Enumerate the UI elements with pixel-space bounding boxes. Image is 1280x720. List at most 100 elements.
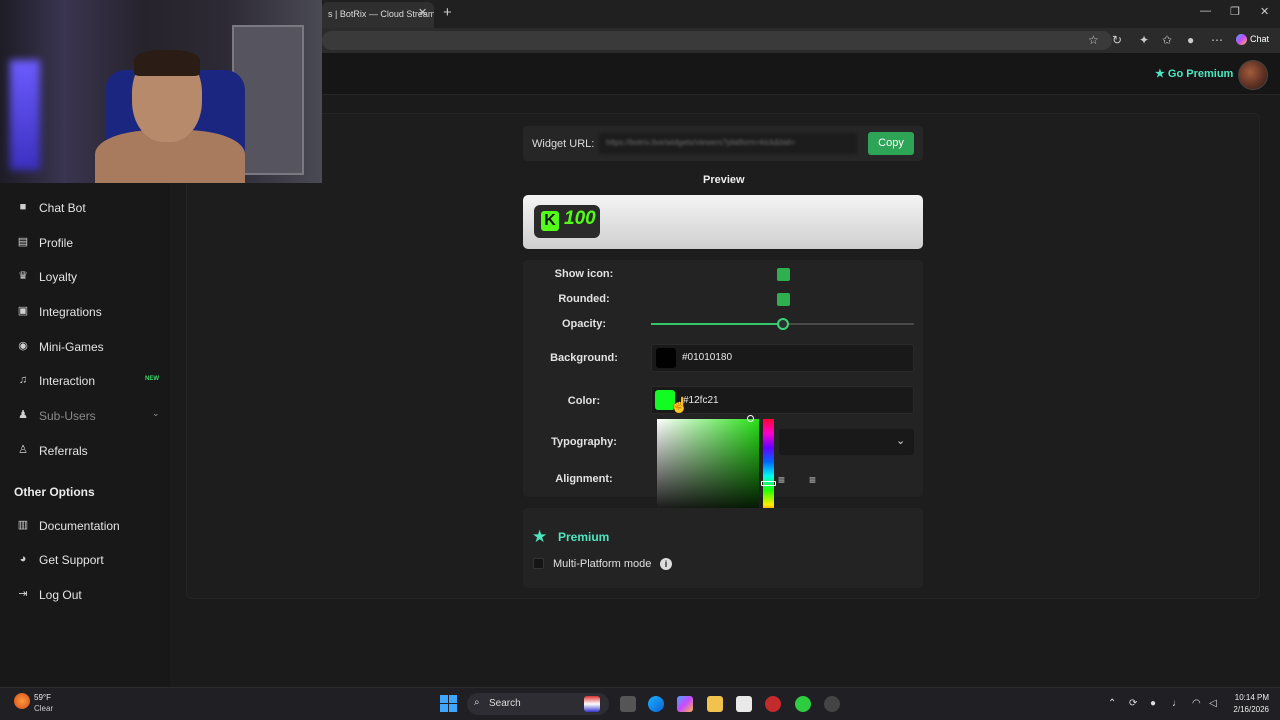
sidebar-item-log-out[interactable]: ⇥ Log Out xyxy=(0,577,170,611)
sidebar-item-label: Documentation xyxy=(39,519,120,533)
sidebar-item-profile[interactable]: ▤ Profile xyxy=(0,225,170,259)
favorite-star-icon[interactable]: ☆ xyxy=(1088,33,1099,47)
weather-icon[interactable] xyxy=(14,693,30,709)
color-saturation-area[interactable] xyxy=(657,419,759,519)
address-bar[interactable] xyxy=(322,31,1112,50)
task-view-icon[interactable] xyxy=(620,696,636,712)
robot-icon: ■ xyxy=(19,201,27,213)
sidebar-item-label: Sub-Users xyxy=(39,409,96,423)
premium-panel xyxy=(523,508,923,588)
sidebar-item-loyalty[interactable]: ♛ Loyalty xyxy=(0,259,170,293)
opacity-slider-fill xyxy=(651,323,783,325)
support-icon: ◕ xyxy=(19,553,27,565)
sidebar-item-integrations[interactable]: ▣ Integrations xyxy=(0,294,170,328)
file-explorer-icon[interactable] xyxy=(707,696,723,712)
sidebar-item-label: Referrals xyxy=(39,444,88,458)
sidebar-item-label: Profile xyxy=(39,236,74,250)
logout-icon: ⇥ xyxy=(18,588,28,600)
chevron-down-icon: ⌄ xyxy=(896,435,906,447)
typography-select[interactable] xyxy=(779,429,914,455)
sidebar: ■ Chat Bot ▤ Profile ♛ Loyalty ▣ Integration… xyxy=(0,183,170,687)
copilot-icon xyxy=(1236,34,1247,46)
webcam-overlay xyxy=(0,0,322,183)
new-tab-button[interactable]: + xyxy=(443,4,452,21)
microphone-icon[interactable]: ♩ xyxy=(1172,698,1182,709)
copilot-chat-button[interactable]: Chat xyxy=(1232,31,1276,50)
clock-time[interactable]: 10:14 PM xyxy=(1227,693,1269,702)
users-icon: ♟ xyxy=(18,409,28,421)
maximize-icon[interactable]: ❐ xyxy=(1230,5,1240,18)
rounded-checkbox[interactable] xyxy=(777,293,790,306)
opacity-label: Opacity: xyxy=(561,318,606,330)
volume-icon[interactable]: ◁ xyxy=(1209,698,1217,709)
sidebar-item-label: Get Support xyxy=(39,553,104,567)
wifi-icon[interactable]: ◠ xyxy=(1192,698,1201,709)
sidebar-item-interaction[interactable]: ♫ Interaction NEW xyxy=(0,363,170,397)
sidebar-item-label: Loyalty xyxy=(39,270,78,284)
tab-close-icon[interactable]: ✕ xyxy=(418,6,427,19)
taskbar xyxy=(0,687,1280,720)
multi-platform-label: Multi-Platform mode xyxy=(553,558,652,570)
copilot-icon[interactable] xyxy=(677,696,693,712)
sync-icon[interactable]: ⟳ xyxy=(1129,698,1137,709)
copy-button[interactable]: Copy xyxy=(868,132,914,155)
background-hex[interactable]: #01010180 xyxy=(682,352,732,363)
sidebar-item-sub-users[interactable]: ♟ Sub-Users ⌄ xyxy=(0,398,170,432)
flag-icon[interactable] xyxy=(584,696,600,712)
star-icon: ★ xyxy=(1155,68,1168,80)
favorites-icon[interactable]: ✩ xyxy=(1162,33,1172,47)
edge-icon[interactable] xyxy=(648,696,664,712)
sidebar-item-referrals[interactable]: ♙ Referrals xyxy=(0,433,170,467)
align-right-icon[interactable]: ≡ xyxy=(809,473,816,487)
recorder-icon[interactable] xyxy=(765,696,781,712)
chevron-up-icon[interactable]: ⌃ xyxy=(1108,698,1116,709)
weather-description: Clear xyxy=(34,704,54,713)
settings-icon[interactable] xyxy=(824,696,840,712)
weather-temperature: 59°F xyxy=(34,693,51,702)
hue-slider[interactable] xyxy=(763,419,774,519)
new-badge: NEW xyxy=(145,376,159,382)
sidebar-item-mini-games[interactable]: ◉ Mini-Games xyxy=(0,329,170,363)
color-label: Color: xyxy=(567,395,601,407)
align-center-icon[interactable]: ≡ xyxy=(778,473,785,487)
close-window-icon[interactable]: ✕ xyxy=(1260,5,1269,18)
opacity-slider-thumb[interactable] xyxy=(776,318,789,330)
show-icon-checkbox[interactable] xyxy=(777,268,790,281)
alignment-label: Alignment: xyxy=(555,473,613,485)
hue-slider-handle[interactable] xyxy=(761,481,776,486)
clock-date[interactable]: 2/16/2026 xyxy=(1227,705,1269,714)
show-icon-label: Show icon: xyxy=(554,268,614,280)
refresh-icon[interactable]: ↻ xyxy=(1112,33,1122,47)
profile-icon[interactable]: ● xyxy=(1187,33,1194,47)
more-menu-icon[interactable]: ⋯ xyxy=(1211,33,1223,47)
document-icon: ▥ xyxy=(17,519,29,531)
sidebar-item-get-support[interactable]: ◕ Get Support xyxy=(0,542,170,576)
sidebar-item-documentation[interactable]: ▥ Documentation xyxy=(0,508,170,542)
sidebar-item-label: Chat Bot xyxy=(39,201,86,215)
go-premium-label: Go Premium xyxy=(1167,68,1234,80)
background-swatch[interactable] xyxy=(656,348,676,368)
minimize-icon[interactable]: — xyxy=(1200,5,1211,17)
trophy-icon: ♛ xyxy=(18,270,28,282)
windows-start-icon[interactable] xyxy=(440,695,457,712)
sidebar-item-label: Integrations xyxy=(39,305,102,319)
background-label: Background: xyxy=(550,352,618,364)
id-card-icon: ▤ xyxy=(17,236,29,248)
chevron-down-icon: ⌄ xyxy=(152,408,160,418)
go-premium-button[interactable]: ★ Go Premium xyxy=(1155,67,1233,80)
typography-label: Typography: xyxy=(551,436,617,448)
saturation-handle[interactable] xyxy=(747,415,754,422)
app-icon[interactable] xyxy=(795,696,811,712)
app-tray-icon[interactable]: ● xyxy=(1150,698,1156,709)
sidebar-item-label: Log Out xyxy=(39,588,82,602)
multi-platform-checkbox[interactable] xyxy=(533,558,544,569)
info-icon[interactable]: i xyxy=(660,558,672,570)
chat-label: Chat xyxy=(1250,34,1270,44)
sidebar-item-chat-bot[interactable]: ■ Chat Bot xyxy=(0,190,170,224)
rounded-label: Rounded: xyxy=(558,293,610,305)
store-icon[interactable] xyxy=(736,696,752,712)
extensions-icon[interactable]: ✦ xyxy=(1139,33,1149,47)
avatar[interactable] xyxy=(1238,60,1268,90)
widget-url-field[interactable]: https://botrix.live/widgets/viewers?plat… xyxy=(599,133,857,154)
other-options-heading: Other Options xyxy=(14,485,95,499)
